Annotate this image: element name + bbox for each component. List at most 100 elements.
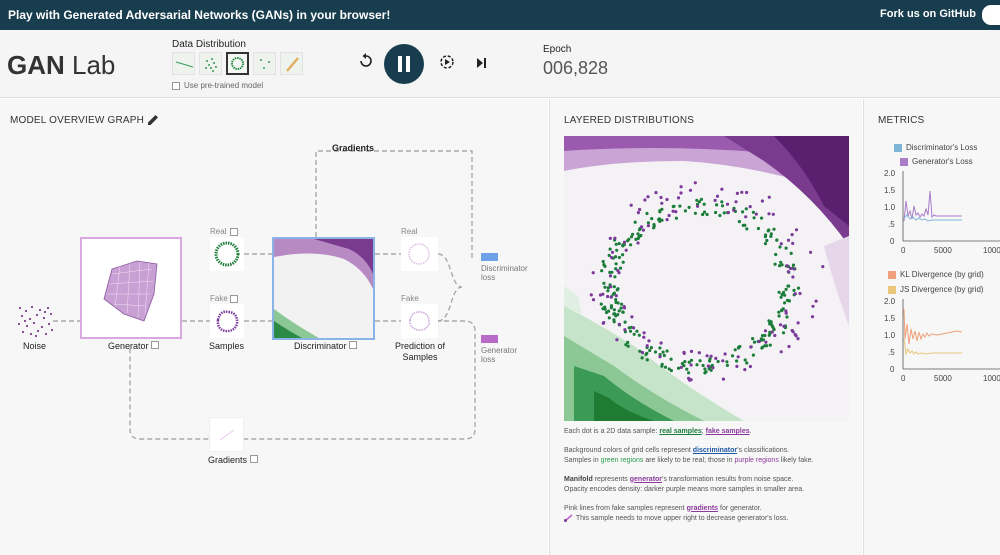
fake-sample-dot xyxy=(617,271,621,275)
fake-sample-dot xyxy=(754,212,758,216)
fake-sample-dot xyxy=(679,365,683,369)
gradients-bottom-label: Gradients xyxy=(208,455,258,465)
top-bar: Play with Generated Adversarial Networks… xyxy=(0,0,1000,30)
fake-sample-dot xyxy=(794,228,799,232)
github-icon[interactable] xyxy=(982,5,1000,25)
layered-distributions-canvas[interactable] xyxy=(564,136,849,421)
real-sample-dot xyxy=(612,308,616,312)
explanation-line-7: This sample needs to move upper right to… xyxy=(564,514,854,525)
real-sample-dot xyxy=(687,205,691,209)
real-sample-dot xyxy=(685,367,689,371)
real-sample-dot xyxy=(608,270,612,274)
fake-sample-dot xyxy=(665,197,669,202)
fake-sample-dot xyxy=(608,236,612,240)
real-sample-dot xyxy=(612,285,616,289)
real-sample-dot xyxy=(657,217,662,221)
fake-sample-dot xyxy=(679,185,683,189)
real-sample-dot xyxy=(615,248,619,252)
real-sample-dot xyxy=(769,232,773,236)
fake-sample-dot xyxy=(721,359,725,363)
real-sample-dot xyxy=(787,299,791,303)
fake-sample-dot xyxy=(606,294,610,299)
real-sample-dot xyxy=(611,292,615,296)
real-sample-dot xyxy=(733,348,737,352)
generator-node[interactable] xyxy=(80,237,182,339)
real-sample-dot xyxy=(613,275,617,279)
fake-sample-dot xyxy=(601,292,605,296)
slow-motion-button[interactable] xyxy=(438,54,456,72)
real-sample-dot xyxy=(702,202,706,206)
fake-sample-dot xyxy=(814,299,818,303)
pretrained-checkbox[interactable]: Use pre-trained model xyxy=(172,81,263,90)
distribution-gaussians-option[interactable] xyxy=(199,52,222,75)
real-sample-dot xyxy=(601,259,605,264)
discriminator-checkbox[interactable] xyxy=(349,341,358,349)
real-sample-dot xyxy=(760,216,764,220)
fake-sample-dot xyxy=(809,250,813,254)
fake-sample-dot xyxy=(689,363,693,367)
real-sample-dot xyxy=(661,350,665,354)
fake-sample-dot xyxy=(743,368,747,372)
explanation-line-5: Opacity encodes density: darker purple m… xyxy=(564,486,805,493)
fake-sample-dot xyxy=(735,191,739,195)
real-prediction-node[interactable] xyxy=(401,237,438,271)
fake-sample-dot xyxy=(609,285,613,289)
real-samples-node[interactable] xyxy=(210,237,244,271)
real-sample-dot xyxy=(792,288,796,292)
real-sample-dot xyxy=(627,326,631,330)
fake-sample-dot xyxy=(740,190,744,194)
fake-sample-dot xyxy=(624,248,628,252)
fake-sample-dot xyxy=(667,213,671,218)
real-sample-dot xyxy=(620,302,624,306)
real-sample-dot xyxy=(616,313,620,317)
real-sample-dot xyxy=(687,360,691,364)
distribution-diagonal-option[interactable] xyxy=(280,52,303,75)
fake-sample-dot xyxy=(770,330,774,334)
gradients-top-label: Gradients xyxy=(332,143,375,153)
real-sample-dot xyxy=(669,357,673,361)
fake-label: Fake xyxy=(210,294,228,303)
real-sample-dot xyxy=(718,213,722,218)
pause-button[interactable] xyxy=(384,44,424,84)
fake-sample-dot xyxy=(784,309,788,313)
real-sample-dot xyxy=(765,238,769,243)
generator-checkbox[interactable] xyxy=(151,341,160,349)
real-sample-dot xyxy=(631,232,635,236)
fake-sample-dot xyxy=(785,264,789,268)
fake-sample-dot xyxy=(782,324,786,328)
fake-prediction-label: Fake xyxy=(401,294,419,303)
real-sample-dot xyxy=(678,204,682,208)
checkbox-icon[interactable] xyxy=(172,81,180,90)
real-sample-dot xyxy=(703,367,707,371)
real-sample-dot xyxy=(648,348,652,353)
noise-node[interactable] xyxy=(17,304,53,338)
real-sample-dot xyxy=(773,262,777,266)
fake-sample-dot xyxy=(638,207,642,212)
distribution-ring-option[interactable] xyxy=(226,52,249,75)
real-checkbox[interactable] xyxy=(230,228,238,236)
legend-discriminator-loss: Discriminator's Loss xyxy=(894,143,977,152)
real-sample-dot xyxy=(778,245,782,249)
real-sample-dot xyxy=(658,209,662,213)
fake-sample-dot xyxy=(789,266,793,271)
gradients-checkbox[interactable] xyxy=(249,455,258,463)
data-distribution-picker xyxy=(172,52,303,75)
generator-gradients-node[interactable] xyxy=(209,417,244,452)
fake-sample-dot xyxy=(589,293,593,297)
fake-checkbox[interactable] xyxy=(230,295,238,303)
reset-button[interactable] xyxy=(357,53,375,73)
step-button[interactable] xyxy=(474,56,488,70)
fake-prediction-node[interactable] xyxy=(401,304,438,338)
discriminator-node[interactable] xyxy=(272,237,375,340)
real-sample-dot xyxy=(614,300,618,304)
fork-github-link[interactable]: Fork us on GitHub xyxy=(880,8,976,20)
distribution-dots-option[interactable] xyxy=(253,52,276,75)
fake-sample-dot xyxy=(714,356,718,360)
distribution-line-option[interactable] xyxy=(172,52,195,75)
fake-samples-node[interactable] xyxy=(210,304,244,338)
fake-sample-dot xyxy=(749,345,753,349)
real-sample-dot xyxy=(745,227,749,231)
fake-sample-dot xyxy=(715,194,720,198)
fake-sample-dot xyxy=(706,364,710,368)
fake-sample-dot xyxy=(767,212,771,216)
